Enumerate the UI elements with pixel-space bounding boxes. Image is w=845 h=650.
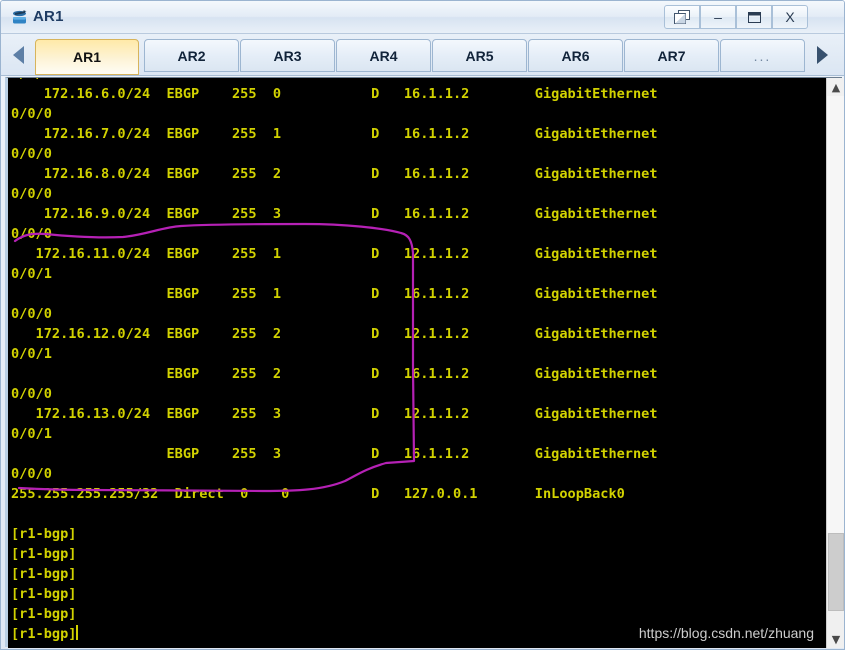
tab-label: AR4 xyxy=(369,47,398,64)
terminal-line: EBGP 255 2 D 16.1.1.2 GigabitEthernet xyxy=(11,366,658,382)
tab-ar1[interactable]: AR1 xyxy=(35,39,139,75)
terminal-output[interactable]: 0/0/1 172.16.6.0/24 EBGP 255 0 D 16.1.1.… xyxy=(8,78,826,648)
tab-label: AR6 xyxy=(561,47,590,64)
terminal-line: 172.16.8.0/24 EBGP 255 2 D 16.1.1.2 Giga… xyxy=(11,166,658,182)
terminal-line: 0/0/0 xyxy=(11,226,52,242)
terminal-line: 172.16.7.0/24 EBGP 255 1 D 16.1.1.2 Giga… xyxy=(11,126,658,142)
terminal-cursor xyxy=(76,625,79,640)
tab-ar6[interactable]: AR6 xyxy=(528,39,623,72)
tab-bar: AR1 AR2 AR3 AR4 AR5 AR6 AR7 ... xyxy=(1,34,844,76)
pages-button[interactable] xyxy=(664,5,700,29)
chevron-up-icon: ▲ xyxy=(831,80,841,94)
minimize-icon: – xyxy=(714,9,722,25)
tab-ar4[interactable]: AR4 xyxy=(336,39,431,72)
tab-label: AR5 xyxy=(465,47,494,64)
right-triangle-icon xyxy=(816,46,828,64)
tab-label: AR2 xyxy=(177,47,206,64)
terminal-line-list: 0/0/1 172.16.6.0/24 EBGP 255 0 D 16.1.1.… xyxy=(8,78,826,644)
window-titlebar: AR1 – X xyxy=(1,1,844,34)
terminal-line: [r1-bgp] xyxy=(11,546,77,562)
tab-label: AR3 xyxy=(273,47,302,64)
minimize-button[interactable]: – xyxy=(700,5,736,29)
tab-ar7[interactable]: AR7 xyxy=(624,39,719,72)
terminal-line: [r1-bgp] xyxy=(11,606,77,622)
terminal-line: [r1-bgp] xyxy=(11,526,77,542)
tab-label: AR7 xyxy=(657,47,686,64)
tab-scroll-right-button[interactable] xyxy=(807,39,837,71)
terminal-line: 0/0/1 xyxy=(11,266,52,282)
terminal-line: 172.16.13.0/24 EBGP 255 3 D 12.1.1.2 Gig… xyxy=(11,406,658,422)
tab-ar5[interactable]: AR5 xyxy=(432,39,527,72)
tab-more[interactable]: ... xyxy=(720,39,805,72)
terminal-line: 172.16.11.0/24 EBGP 255 1 D 12.1.1.2 Gig… xyxy=(11,246,658,262)
terminal-vertical-scrollbar[interactable]: ▲ ▼ xyxy=(826,78,844,648)
scrollbar-track[interactable] xyxy=(827,96,844,533)
terminal-line: 172.16.12.0/24 EBGP 255 2 D 12.1.1.2 Gig… xyxy=(11,326,658,342)
tab-label: ... xyxy=(753,47,772,64)
terminal-line: 0/0/1 xyxy=(11,426,52,442)
terminal-line: 172.16.9.0/24 EBGP 255 3 D 16.1.1.2 Giga… xyxy=(11,206,658,222)
tab-label: AR1 xyxy=(72,49,101,65)
terminal-line: [r1-bgp] xyxy=(11,586,77,602)
close-button[interactable]: X xyxy=(772,5,808,29)
tab-ar2[interactable]: AR2 xyxy=(144,39,239,72)
terminal-line: 0/0/0 xyxy=(11,146,52,162)
terminal-line: [r1-bgp] xyxy=(11,566,77,582)
router-console-window: AR1 – X AR1 AR2 AR3 AR4 AR5 AR6 AR7 ... … xyxy=(0,0,845,650)
maximize-button[interactable] xyxy=(736,5,772,29)
terminal-line: 0/0/0 xyxy=(11,466,52,482)
tab-ar3[interactable]: AR3 xyxy=(240,39,335,72)
terminal-line: 0/0/1 xyxy=(11,346,52,362)
watermark-text: https://blog.csdn.net/zhuang xyxy=(638,625,814,641)
router-icon xyxy=(10,8,29,27)
window-title: AR1 xyxy=(33,8,64,25)
scrollbar-thumb[interactable] xyxy=(828,533,844,611)
terminal-line: 0/0/0 xyxy=(11,106,52,122)
scrollbar-up-button[interactable]: ▲ xyxy=(827,78,844,96)
terminal-line: EBGP 255 3 D 16.1.1.2 GigabitEthernet xyxy=(11,446,658,462)
terminal-line: 0/0/0 xyxy=(11,186,52,202)
terminal-line: 0/0/0 xyxy=(11,386,52,402)
terminal-line: EBGP 255 1 D 16.1.1.2 GigabitEthernet xyxy=(11,286,658,302)
maximize-icon xyxy=(747,11,761,23)
terminal-line: 172.16.6.0/24 EBGP 255 0 D 16.1.1.2 Giga… xyxy=(11,86,658,102)
terminal-frame: 0/0/1 172.16.6.0/24 EBGP 255 0 D 16.1.1.… xyxy=(5,77,844,648)
scrollbar-down-button[interactable]: ▼ xyxy=(827,630,844,648)
left-triangle-icon xyxy=(12,46,24,64)
chevron-down-icon: ▼ xyxy=(831,632,841,646)
terminal-line: 0/0/0 xyxy=(11,306,52,322)
close-icon: X xyxy=(785,9,795,25)
tab-scroll-left-button[interactable] xyxy=(3,39,33,71)
terminal-line: 255.255.255.255/32 Direct 0 0 D 127.0.0.… xyxy=(11,486,625,502)
